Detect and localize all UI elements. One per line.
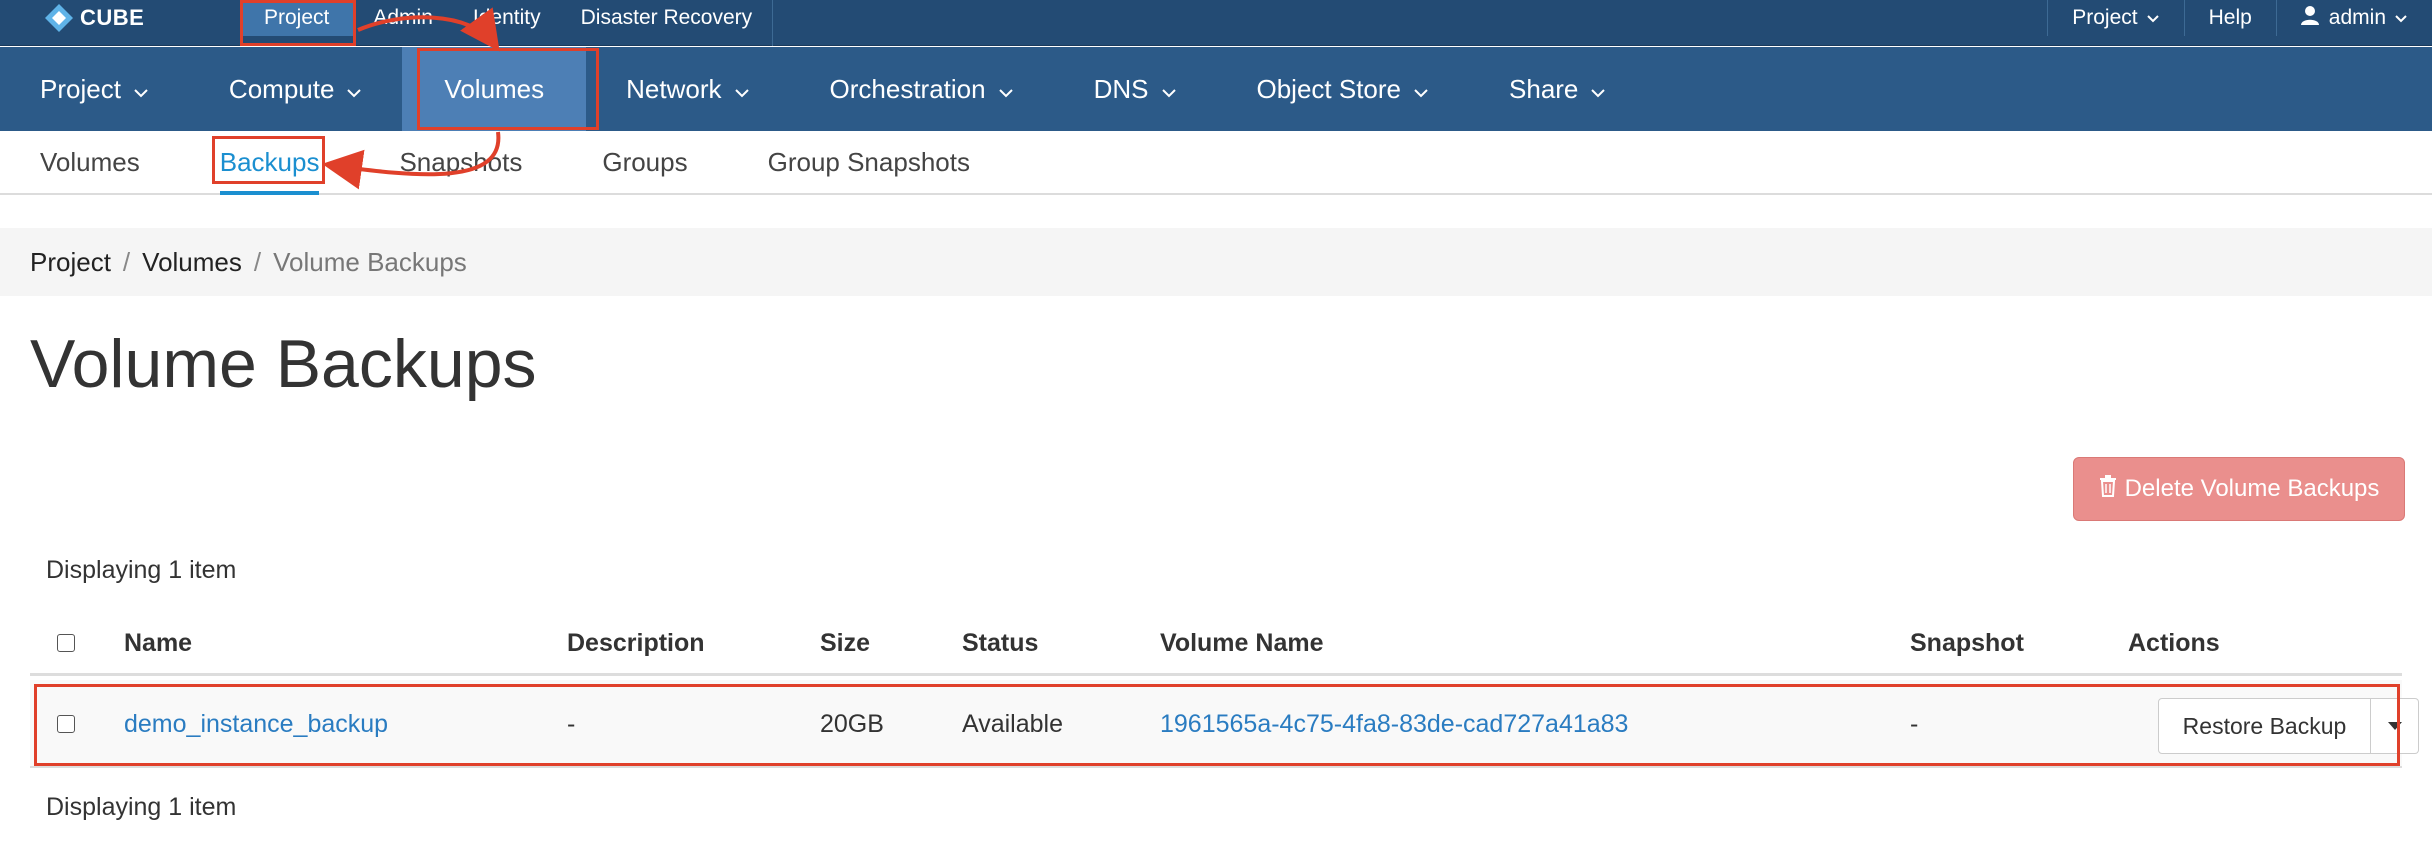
backup-status: Available [962,709,1064,738]
main-nav-volumes[interactable]: Volumes [402,47,587,131]
chevron-down-icon [346,74,362,105]
select-all-cell [57,610,75,676]
chevron-down-icon [1590,74,1606,105]
table-header: Name Description Size Status Volume Name… [30,610,2402,676]
backup-name-link[interactable]: demo_instance_backup [124,680,388,768]
user-icon [2300,5,2319,31]
main-nav-dns-label: DNS [1093,73,1149,104]
chevron-down-icon [2146,6,2160,30]
row-select-cell [57,680,75,768]
select-all-checkbox[interactable] [57,634,75,652]
header-size[interactable]: Size [820,610,870,676]
volume-name-link[interactable]: 1961565a-4c75-4fa8-83de-cad727a41a83 [1160,680,1628,768]
top-nav-identity[interactable]: Identity [453,0,561,36]
main-nav-object-store-label: Object Store [1256,73,1402,104]
main-nav-share[interactable]: Share [1469,47,1646,131]
main-nav-network-label: Network [626,73,722,104]
trash-icon [2099,474,2117,504]
chevron-down-icon [998,74,1014,105]
brand[interactable]: CUBE [44,0,144,36]
breadcrumb-separator: / [122,246,131,277]
cube-logo-icon [44,3,74,33]
top-nav: Project Admin Identity Disaster Recovery [240,0,774,46]
restore-backup-button[interactable]: Restore Backup [2158,698,2371,754]
breadcrumb-current: Volume Backups [273,246,467,277]
top-nav-disaster-recovery[interactable]: Disaster Recovery [561,0,773,36]
actions-dropdown-toggle[interactable] [2371,698,2419,754]
chevron-down-icon [1161,74,1177,105]
main-nav-project-label: Project [40,73,121,104]
project-dropdown-label: Project [2072,6,2138,29]
tab-group-snapshots[interactable]: Group Snapshots [728,131,1010,193]
backup-description: - [567,709,576,738]
main-nav-orchestration[interactable]: Orchestration [790,47,1054,131]
header-actions: Actions [2128,628,2220,657]
tab-volumes[interactable]: Volumes [0,131,180,193]
main-nav-network[interactable]: Network [586,47,789,131]
sub-nav: Volumes Backups Snapshots Groups Group S… [0,131,2432,195]
top-right-menu: Project Help admin [2047,0,2432,46]
header-description[interactable]: Description [567,610,705,676]
item-count-top: Displaying 1 item [46,556,237,584]
main-nav-dns[interactable]: DNS [1054,47,1217,131]
top-nav-admin[interactable]: Admin [353,0,453,36]
header-status[interactable]: Status [962,610,1038,676]
chevron-down-icon [1413,74,1429,105]
breadcrumb: Project / Volumes / Volume Backups [0,228,2432,296]
header-snapshot[interactable]: Snapshot [1910,610,2024,676]
main-nav-volumes-label: Volumes [444,73,545,104]
item-count-bottom: Displaying 1 item [46,793,237,821]
backup-snapshot: - [1910,709,1919,738]
caret-down-icon [2387,717,2402,735]
backup-size: 20GB [820,709,884,738]
main-nav-share-label: Share [1509,73,1579,104]
header-volume-name[interactable]: Volume Name [1160,610,1323,676]
delete-volume-backups-button[interactable]: Delete Volume Backups [2073,457,2405,521]
main-nav: Project Compute Volumes Network Orchestr… [0,47,2432,131]
main-nav-compute[interactable]: Compute [189,47,403,131]
brand-name: CUBE [80,5,145,30]
delete-volume-backups-label: Delete Volume Backups [2124,475,2380,502]
header-name[interactable]: Name [124,610,192,676]
main-nav-project[interactable]: Project [0,47,189,131]
chevron-down-icon [2394,6,2408,30]
breadcrumb-project[interactable]: Project [30,247,111,278]
chevron-down-icon [734,74,750,105]
help-link[interactable]: Help [2183,0,2276,36]
row-actions: Restore Backup [2158,698,2419,754]
chevron-down-icon [133,74,149,105]
tab-groups[interactable]: Groups [562,131,727,193]
breadcrumb-volumes[interactable]: Volumes [142,247,242,278]
table-row: demo_instance_backup - 20GB Available 19… [30,680,2419,768]
breadcrumb-separator: / [253,246,262,277]
user-menu[interactable]: admin [2275,0,2432,36]
main-nav-orchestration-label: Orchestration [829,73,986,104]
user-name: admin [2328,6,2386,29]
main-nav-compute-label: Compute [228,73,335,104]
page-title: Volume Backups [30,326,537,402]
project-dropdown[interactable]: Project [2047,0,2183,36]
top-bar: CUBE Project Admin Identity Disaster Rec… [0,0,2432,46]
row-checkbox[interactable] [57,715,75,733]
tab-snapshots[interactable]: Snapshots [359,131,562,193]
main-nav-object-store[interactable]: Object Store [1217,47,1470,131]
tab-backups[interactable]: Backups [180,131,360,195]
top-nav-project[interactable]: Project [240,0,354,36]
